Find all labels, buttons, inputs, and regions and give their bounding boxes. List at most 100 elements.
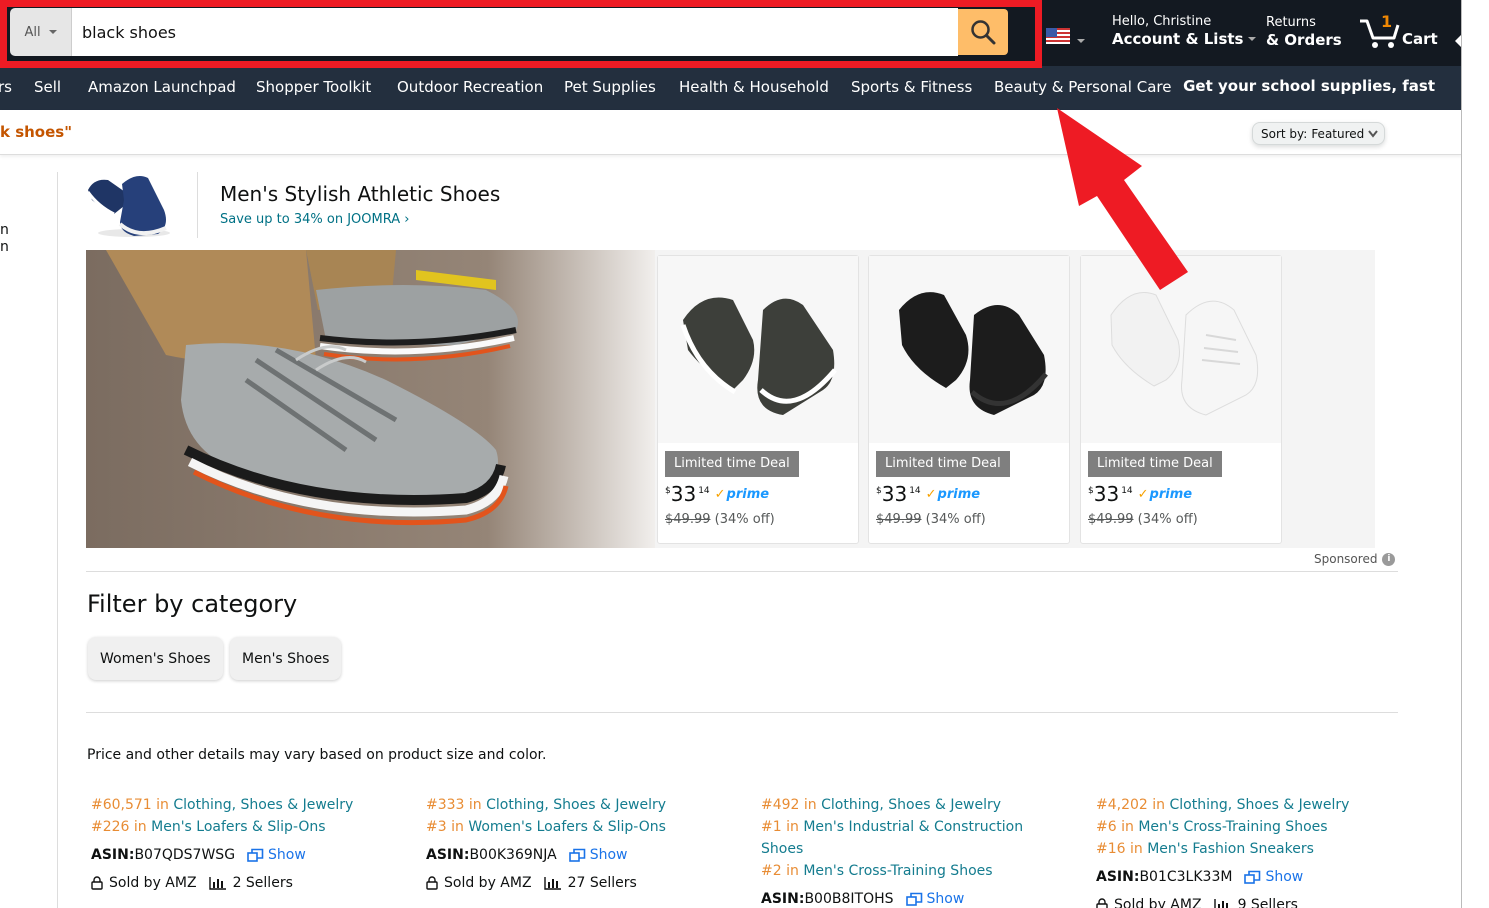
category-chip-mens-shoes[interactable]: Men's Shoes [230, 637, 342, 680]
strikethrough-price: $49.99 [1088, 512, 1134, 527]
seller-line: Sold by AMZ 27 Sellers [426, 872, 746, 894]
account-menu[interactable]: Hello, Christine Account & Lists [1112, 14, 1257, 48]
rank-number: #6 in [1096, 819, 1134, 835]
amazon-search-page: All Hello, Christine Account & Lists Ret… [0, 0, 1462, 908]
sort-label: Sort by: [1261, 126, 1308, 141]
ad-product-card[interactable]: Limited time Deal $ 33 14 ✓ prime $49.99 … [868, 255, 1070, 544]
ad-product-card[interactable]: Limited time Deal $ 33 14 ✓ prime $49.99 … [1080, 255, 1282, 544]
nav-item-pet-supplies[interactable]: Pet Supplies [564, 78, 656, 96]
returns-orders-link[interactable]: Returns & Orders [1266, 15, 1342, 49]
search-input[interactable] [72, 8, 958, 56]
brand-ad-link[interactable]: Save up to 34% on JOOMRA › [220, 212, 409, 227]
copy-icon [905, 892, 922, 906]
sold-by-text: Sold by AMZ [444, 875, 532, 891]
rank-line: #226 in Men's Loafers & Slip-Ons [91, 816, 411, 838]
nav-item-sell[interactable]: Sell [34, 78, 61, 96]
rank-number: #4,202 in [1096, 797, 1166, 813]
asin-label: ASIN: [91, 847, 135, 863]
seller-line: Sold by AMZ 9 Sellers [1096, 894, 1416, 908]
sellers-count[interactable]: 9 Sellers [1238, 894, 1298, 908]
sort-value: Featured [1311, 126, 1365, 141]
rank-number: #16 in [1096, 841, 1143, 857]
nav-item-shopper-toolkit[interactable]: Shopper Toolkit [256, 78, 371, 96]
copy-icon [568, 848, 586, 862]
nav-item-sports-fitness[interactable]: Sports & Fitness [851, 78, 972, 96]
show-asin-link[interactable]: Show [905, 888, 965, 908]
chevron-down-icon [1248, 37, 1257, 41]
rank-category-link[interactable]: Clothing, Shoes & Jewelry [1169, 797, 1349, 813]
chevron-down-icon [1368, 129, 1379, 138]
rank-category-link[interactable]: Women's Loafers & Slip-Ons [468, 819, 666, 835]
product-image[interactable] [869, 256, 1069, 443]
show-asin-link[interactable]: Show [247, 844, 306, 866]
seller-line: Sold by AMZ 2 Sellers [91, 872, 411, 894]
category-chip-womens-shoes[interactable]: Women's Shoes [88, 637, 223, 680]
nav-item-health-household[interactable]: Health & Household [679, 78, 829, 96]
nav-promo-link[interactable]: Get your school supplies, fast [1183, 77, 1435, 95]
rank-category-link[interactable]: Clothing, Shoes & Jewelry [486, 797, 666, 813]
account-label: Account & Lists [1112, 30, 1244, 48]
rank-number: #3 in [426, 819, 464, 835]
lock-icon [91, 876, 103, 890]
sellers-count[interactable]: 27 Sellers [568, 872, 637, 894]
category-nav: rs Sell Amazon Launchpad Shopper Toolkit… [0, 66, 1461, 110]
cart-button[interactable]: 1 Cart [1358, 12, 1438, 52]
price-whole: 33 [1093, 482, 1120, 506]
account-greeting: Hello, Christine [1112, 14, 1212, 29]
show-asin-link[interactable]: Show [1244, 866, 1303, 888]
sellers-count[interactable]: 2 Sellers [233, 872, 293, 894]
bar-chart-icon [543, 877, 561, 890]
rank-category-link[interactable]: Men's Fashion Sneakers [1147, 841, 1314, 857]
sort-dropdown[interactable]: Sort by: Featured [1252, 122, 1385, 145]
nav-item-amazon-launchpad[interactable]: Amazon Launchpad [88, 78, 236, 96]
nav-item-beauty-personal-care[interactable]: Beauty & Personal Care [994, 78, 1171, 96]
product-image[interactable] [658, 256, 858, 443]
asin-line: ASIN: B00B8ITOHS Show [761, 888, 1061, 908]
shoe-image-2 [899, 291, 1048, 415]
product-price: $ 33 14 ✓ prime [876, 483, 980, 505]
rank-number: #1 in [761, 819, 799, 835]
language-selector[interactable] [1046, 27, 1072, 45]
show-label: Show [589, 847, 628, 863]
rank-category-link[interactable]: Clothing, Shoes & Jewelry [173, 797, 353, 813]
brand-logo-shoe-image[interactable] [84, 170, 176, 240]
sold-by-text: Sold by AMZ [1114, 897, 1202, 908]
copy-icon [247, 848, 264, 862]
nav-item-partial[interactable]: rs [0, 78, 12, 96]
asin-value: B07QDS7WSG [134, 847, 236, 863]
show-label: Show [926, 891, 965, 907]
lock-icon [426, 876, 438, 890]
product-image[interactable] [1081, 256, 1281, 443]
rank-category-link[interactable]: Clothing, Shoes & Jewelry [821, 797, 1001, 813]
strikethrough-price: $49.99 [665, 512, 711, 527]
search-icon [971, 20, 996, 45]
rank-number: #333 in [426, 797, 482, 813]
brand-ad-title[interactable]: Men's Stylish Athletic Shoes [220, 182, 500, 206]
asin-value: B01C3LK33M [1139, 869, 1233, 885]
left-filter-panel: n n [0, 222, 9, 256]
rank-number: #60,571 in [91, 797, 169, 813]
deal-badge: Limited time Deal [876, 451, 1010, 477]
rank-category-link[interactable]: Men's Loafers & Slip-Ons [151, 819, 325, 835]
price-disclaimer: Price and other details may vary based o… [87, 747, 547, 763]
price-fraction: 14 [1121, 486, 1133, 496]
show-asin-link[interactable]: Show [568, 844, 628, 866]
rank-category-link[interactable]: Men's Cross-Training Shoes [803, 863, 992, 879]
left-filter-text[interactable]: n [0, 222, 9, 239]
rank-line: #16 in Men's Fashion Sneakers [1096, 838, 1416, 860]
brand-hero-image[interactable] [86, 250, 660, 548]
show-label: Show [268, 847, 306, 863]
product-price: $ 33 14 ✓ prime [1088, 483, 1192, 505]
rank-category-link[interactable]: Men's Cross-Training Shoes [1138, 819, 1327, 835]
sponsored-label[interactable]: Sponsored i [1314, 552, 1396, 566]
ad-product-card[interactable]: Limited time Deal $ 33 14 ✓ prime $49.99 … [657, 255, 859, 544]
product-price: $ 33 14 ✓ prime [665, 483, 769, 505]
search-button[interactable] [958, 9, 1008, 55]
rank-line: #1 in Men's Industrial & Construction Sh… [761, 816, 1046, 860]
prime-label: prime [726, 487, 770, 502]
nav-item-outdoor-recreation[interactable]: Outdoor Recreation [397, 78, 543, 96]
rank-category-link[interactable]: Men's Industrial & Construction Shoes [761, 819, 1023, 857]
left-filter-text[interactable]: n [0, 239, 9, 256]
search-department-dropdown[interactable]: All [10, 8, 72, 56]
list-price: $49.99 (34% off) [665, 512, 775, 527]
